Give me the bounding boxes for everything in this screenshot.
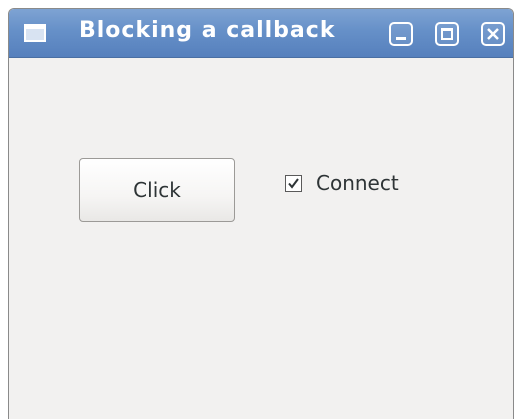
checkbox-box[interactable] [285, 174, 302, 192]
minimize-icon [396, 37, 406, 40]
close-button[interactable] [481, 22, 505, 46]
maximize-button[interactable] [435, 22, 459, 46]
maximize-icon [441, 28, 453, 40]
connect-checkbox[interactable]: Connect [285, 171, 399, 195]
checkbox-label: Connect [316, 171, 399, 195]
minimize-button[interactable] [389, 22, 413, 46]
checkmark-icon [288, 177, 299, 189]
application-window: Blocking a callback Click Connect [8, 8, 514, 419]
window-icon[interactable] [24, 24, 46, 42]
click-button[interactable]: Click [79, 158, 235, 222]
window-title: Blocking a callback [79, 18, 336, 43]
title-bar[interactable]: Blocking a callback [9, 9, 513, 58]
close-icon [487, 28, 499, 40]
